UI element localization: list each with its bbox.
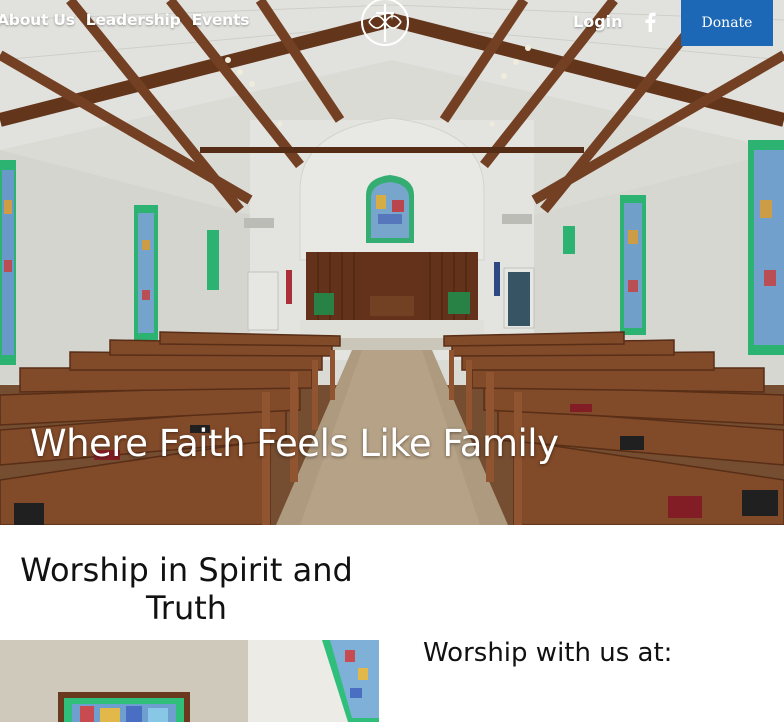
login-link[interactable]: Login <box>573 12 623 31</box>
worship-section-title: Worship in Spirit and Truth <box>20 551 353 627</box>
nav-link-leadership[interactable]: Leadership <box>86 11 181 29</box>
sanctuary-window-photo <box>0 640 379 722</box>
main-navigation: About Us Leadership Events <box>0 11 249 29</box>
hero-headline: Where Faith Feels Like Family <box>30 422 559 465</box>
nav-link-events[interactable]: Events <box>192 11 250 29</box>
hero-banner: About Us Leadership Events Login Donate … <box>0 0 784 525</box>
cross-circle-logo-icon[interactable] <box>359 0 411 46</box>
worship-location-heading: Worship with us at: <box>423 638 673 668</box>
nav-link-about-us[interactable]: About Us <box>0 11 75 29</box>
facebook-icon[interactable] <box>644 12 656 32</box>
donate-button[interactable]: Donate <box>681 0 773 46</box>
